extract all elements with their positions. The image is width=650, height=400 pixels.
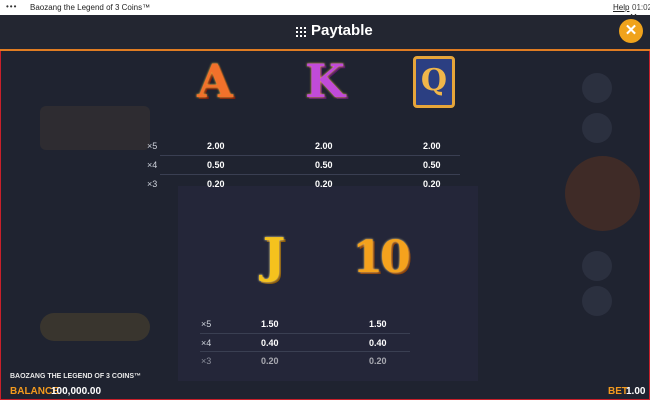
pay-k-x4: 0.50 xyxy=(315,160,333,170)
grand-jackpot-panel xyxy=(40,106,150,150)
row-divider xyxy=(160,174,460,175)
pay-j-x4: 0.40 xyxy=(261,338,279,348)
bet-icon-bg xyxy=(582,251,612,281)
pay-j-x5: 1.50 xyxy=(261,319,279,329)
multiplier-label: ×5 xyxy=(201,319,212,329)
symbol-10-icon: 10 xyxy=(352,232,410,283)
footer-game-title: BAOZANG THE LEGEND OF 3 COINS™ xyxy=(10,373,142,380)
pay-a-x3: 0.20 xyxy=(207,179,225,189)
window-title: Baozang the Legend of 3 Coins™ xyxy=(30,3,151,12)
title-bar: ••• Baozang the Legend of 3 Coins™ Help … xyxy=(0,0,650,15)
row-divider xyxy=(200,351,410,352)
multiplier-label: ×3 xyxy=(201,356,212,366)
pay-10-x4: 0.40 xyxy=(369,338,387,348)
bet-label: BET xyxy=(608,386,628,397)
symbol-k-icon: K xyxy=(305,54,345,108)
symbol-q-icon: Q xyxy=(413,56,455,108)
pay-a-x4: 0.50 xyxy=(207,160,225,170)
spin-button-bg xyxy=(565,156,640,231)
turbo-icon-bg xyxy=(582,113,612,143)
pay-k-x3: 0.20 xyxy=(315,179,333,189)
row-divider xyxy=(160,155,460,156)
pay-a-x5: 2.00 xyxy=(207,141,225,151)
boost-button-bg xyxy=(40,313,150,341)
row-divider xyxy=(200,333,410,334)
autoplay-icon-bg xyxy=(582,73,612,103)
pay-q-x5: 2.00 xyxy=(423,141,441,151)
paytable-header: Paytable xyxy=(0,15,650,51)
close-paytable-button[interactable]: ✕ xyxy=(619,19,643,43)
settings-icon-bg xyxy=(582,286,612,316)
balance-value: 100,000.00 xyxy=(51,386,102,397)
multiplier-label: ×5 xyxy=(147,141,158,151)
pay-j-x3: 0.20 xyxy=(261,356,279,366)
multiplier-label: ×4 xyxy=(147,160,158,170)
pay-q-x4: 0.50 xyxy=(423,160,441,170)
symbol-j-icon: J xyxy=(262,228,286,284)
pay-10-x3: 0.20 xyxy=(369,356,387,366)
multiplier-label: ×4 xyxy=(201,338,212,348)
symbol-a-icon: A xyxy=(197,54,233,108)
pay-k-x5: 2.00 xyxy=(315,141,333,151)
page-title: Paytable xyxy=(311,22,373,39)
menu-icon[interactable]: ••• xyxy=(6,2,17,11)
multiplier-label: ×3 xyxy=(147,179,158,189)
help-link[interactable]: Help xyxy=(613,3,629,12)
bet-value[interactable]: 1.00 xyxy=(626,386,645,397)
pay-q-x3: 0.20 xyxy=(423,179,441,189)
pay-10-x5: 1.50 xyxy=(369,319,387,329)
grid-menu-icon xyxy=(296,27,306,37)
